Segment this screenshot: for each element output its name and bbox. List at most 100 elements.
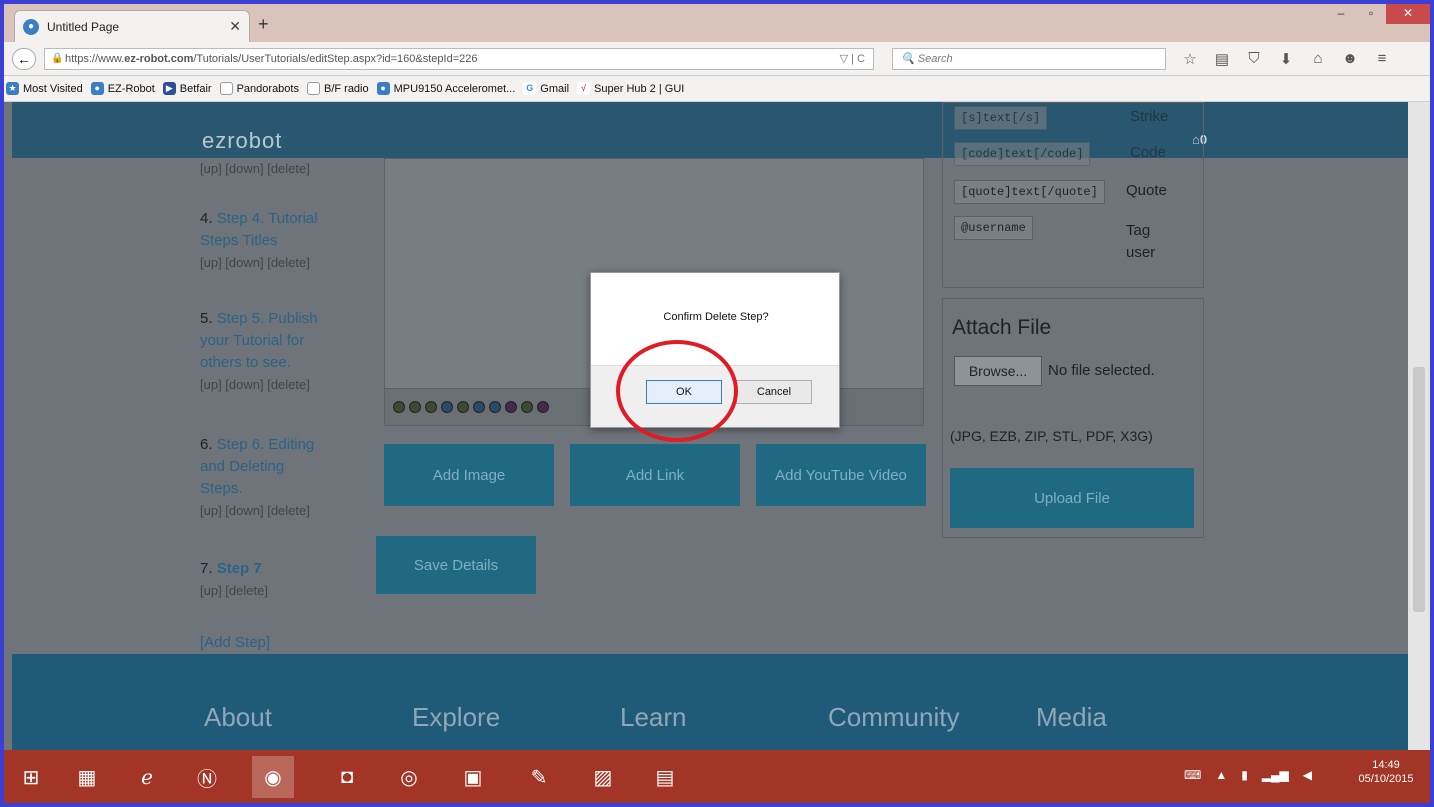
firefox-icon[interactable]: ◉ bbox=[252, 756, 294, 798]
add-image-button[interactable]: Add Image bbox=[384, 444, 554, 506]
upload-file-button[interactable]: Upload File bbox=[950, 468, 1194, 528]
bbcode-label: Code bbox=[1130, 144, 1166, 161]
pocket-icon[interactable]: ⛉ bbox=[1238, 50, 1270, 68]
save-details-button[interactable]: Save Details bbox=[376, 536, 536, 594]
keyboard-icon[interactable]: ⌨ bbox=[1184, 768, 1201, 782]
reload-icon[interactable]: ▽ | C bbox=[840, 49, 865, 69]
checkmark-icon: √ bbox=[577, 82, 591, 95]
windows-taskbar: ⊞ ▦ ℯ Ⓝ ◉ ◘ ◎ ▣ ✎ ▨ ▤ ⌨ ▲ ▮ ▂▄▆ ◀ 14:49 … bbox=[4, 750, 1430, 803]
scrollbar-thumb[interactable] bbox=[1413, 367, 1425, 612]
chat-icon[interactable]: ☻ bbox=[1334, 50, 1366, 68]
ezrobot-icon: ● bbox=[376, 82, 390, 95]
add-youtube-button[interactable]: Add YouTube Video bbox=[756, 444, 926, 506]
site-footer: About Explore Learn Community Media bbox=[12, 654, 1408, 750]
step-item-current[interactable]: 7. Step 7 [up] [delete] bbox=[200, 558, 268, 602]
window-close-icon[interactable]: ✕ bbox=[1386, 4, 1430, 24]
camera-app-icon[interactable]: ◎ bbox=[388, 756, 430, 798]
bbcode-sample: [s]text[/s] bbox=[954, 106, 1048, 130]
clock[interactable]: 14:49 05/10/2015 bbox=[1344, 758, 1428, 786]
browser-titlebar: ● Untitled Page ✕ + – ▫ ✕ bbox=[4, 4, 1430, 42]
menu-icon[interactable]: ≡ bbox=[1366, 50, 1398, 68]
lock-icon: 🔒 bbox=[51, 53, 64, 64]
search-input[interactable]: 🔍 Search bbox=[892, 48, 1166, 70]
internet-explorer-icon[interactable]: ℯ bbox=[126, 756, 168, 798]
paint-icon[interactable]: ✎ bbox=[518, 756, 560, 798]
tab-close-icon[interactable]: ✕ bbox=[229, 18, 241, 35]
bbcode-label: Tag user bbox=[1126, 222, 1156, 261]
browse-button[interactable]: Browse... bbox=[954, 356, 1042, 386]
cancel-button[interactable]: Cancel bbox=[736, 380, 812, 404]
tray-expand-icon[interactable]: ▲ bbox=[1215, 768, 1227, 782]
volume-icon[interactable]: ◀ bbox=[1303, 768, 1312, 782]
step-item[interactable]: 5. Step 5. Publish your Tutorial for oth… bbox=[200, 308, 318, 396]
headphones-app-icon[interactable]: ◘ bbox=[326, 756, 368, 798]
system-tray: ⌨ ▲ ▮ ▂▄▆ ◀ bbox=[1184, 768, 1312, 782]
bookmark-star-icon[interactable]: ☆ bbox=[1174, 50, 1206, 68]
back-button[interactable]: ← bbox=[12, 48, 36, 70]
add-link-button[interactable]: Add Link bbox=[570, 444, 740, 506]
emoji-icon[interactable] bbox=[441, 401, 453, 413]
bookmark-item[interactable]: Pandorabots bbox=[219, 82, 299, 95]
betfair-icon: ▶ bbox=[162, 82, 176, 95]
bbcode-label: Strike bbox=[1130, 108, 1169, 125]
add-step-link[interactable]: [Add Step] bbox=[200, 632, 270, 654]
emoji-icon[interactable] bbox=[409, 401, 421, 413]
footer-heading: Learn bbox=[620, 702, 687, 732]
screen: ● Untitled Page ✕ + – ▫ ✕ ← 🔒 https://ww… bbox=[4, 4, 1430, 803]
dialog-message: Confirm Delete Step? bbox=[663, 311, 769, 323]
emoji-icon[interactable] bbox=[489, 401, 501, 413]
browser-tab[interactable]: ● Untitled Page ✕ bbox=[14, 10, 250, 42]
bbcode-sample: @username bbox=[954, 216, 1033, 240]
bbcode-sample: [quote]text[/quote] bbox=[954, 180, 1105, 204]
emoji-icon[interactable] bbox=[537, 401, 549, 413]
page-scrollbar[interactable] bbox=[1408, 102, 1430, 750]
attach-file-heading: Attach File bbox=[952, 316, 1052, 339]
navigation-bar: ← 🔒 https://www.ez-robot.com/Tutorials/U… bbox=[4, 42, 1430, 76]
step-item[interactable]: 6. Step 6. Editing and Deleting Steps. [… bbox=[200, 434, 314, 522]
bookmark-item[interactable]: √ Super Hub 2 | GUI bbox=[577, 82, 684, 95]
bookmark-item[interactable]: ● EZ-Robot bbox=[90, 82, 155, 95]
address-bar[interactable]: 🔒 https://www.ez-robot.com/Tutorials/Use… bbox=[44, 48, 874, 70]
signal-icon[interactable]: ▂▄▆ bbox=[1262, 768, 1289, 782]
ezrobot-favicon-icon: ● bbox=[23, 18, 39, 35]
step-item[interactable]: 4. Step 4. Tutorial Steps Titles [up] [d… bbox=[200, 208, 318, 274]
emoji-icon[interactable] bbox=[425, 401, 437, 413]
app-icon[interactable]: Ⓝ bbox=[186, 756, 228, 798]
file-types-label: (JPG, EZB, ZIP, STL, PDF, X3G) bbox=[950, 428, 1153, 444]
picture-app-icon[interactable]: ▨ bbox=[582, 756, 624, 798]
page-icon bbox=[306, 82, 320, 95]
emoji-icon[interactable] bbox=[457, 401, 469, 413]
bookmark-item[interactable]: G Gmail bbox=[523, 82, 569, 95]
ezrobot-icon: ● bbox=[90, 82, 104, 95]
bbcode-sample: [code]text[/code] bbox=[954, 142, 1091, 166]
bbcode-label: Quote bbox=[1126, 182, 1167, 199]
highlight-circle bbox=[616, 340, 738, 442]
bookmark-item[interactable]: ● MPU9150 Acceleromet... bbox=[376, 82, 515, 95]
maximize-icon[interactable]: ▫ bbox=[1356, 4, 1386, 24]
step-controls[interactable]: [up] [down] [delete] bbox=[200, 158, 310, 180]
minimize-icon[interactable]: – bbox=[1326, 4, 1356, 24]
google-icon: G bbox=[523, 82, 537, 95]
bookmark-item[interactable]: B/F radio bbox=[306, 82, 369, 95]
file-explorer-icon[interactable]: ▦ bbox=[66, 756, 108, 798]
windows-start-icon[interactable]: ⊞ bbox=[10, 756, 52, 798]
no-file-label: No file selected. bbox=[1048, 362, 1155, 379]
emoji-icon[interactable] bbox=[473, 401, 485, 413]
folder-icon: ★ bbox=[6, 82, 19, 95]
bookmark-item[interactable]: ★ Most Visited bbox=[6, 82, 83, 95]
photo-viewer-icon[interactable]: ▤ bbox=[644, 756, 686, 798]
footer-heading: Community bbox=[828, 702, 960, 732]
home-icon[interactable]: ⌂ bbox=[1302, 50, 1334, 68]
emoji-icon[interactable] bbox=[393, 401, 405, 413]
network-icon[interactable]: ▮ bbox=[1241, 768, 1248, 782]
emoji-icon[interactable] bbox=[521, 401, 533, 413]
new-tab-button[interactable]: + bbox=[258, 14, 269, 35]
reading-list-icon[interactable]: ▤ bbox=[1206, 50, 1238, 68]
download-icon[interactable]: ⬇ bbox=[1270, 50, 1302, 68]
emoji-icon[interactable] bbox=[505, 401, 517, 413]
toolbar-icons: ☆ ▤ ⛉ ⬇ ⌂ ☻ ≡ bbox=[1174, 50, 1398, 68]
site-logo[interactable]: ezrobot bbox=[202, 128, 282, 154]
footer-heading: Media bbox=[1036, 702, 1107, 732]
bookmark-item[interactable]: ▶ Betfair bbox=[162, 82, 212, 95]
remote-app-icon[interactable]: ▣ bbox=[452, 756, 494, 798]
